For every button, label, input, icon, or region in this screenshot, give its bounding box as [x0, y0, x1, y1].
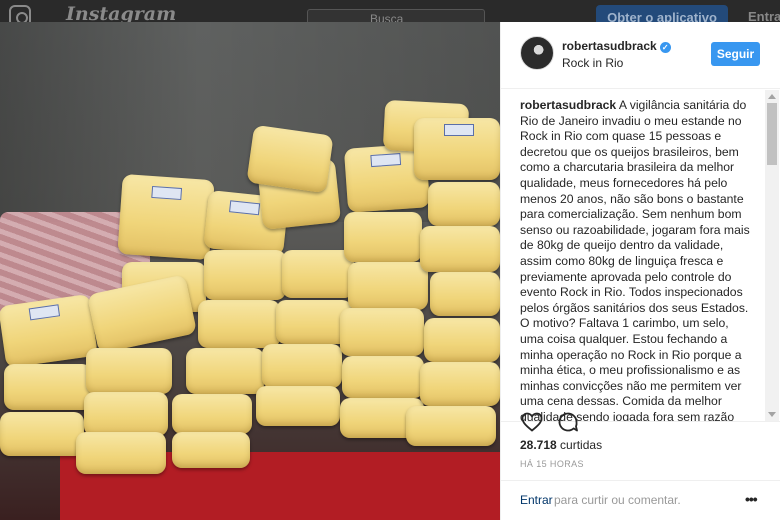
post-header: robertasudbrack ✓ Rock in Rio Seguir	[501, 22, 780, 89]
verified-badge-icon: ✓	[659, 42, 671, 53]
cheese-block	[342, 356, 424, 398]
more-options-icon[interactable]: •••	[745, 491, 758, 507]
cheese-block	[186, 348, 264, 394]
cheese-block	[86, 348, 172, 394]
scrollbar-thumb[interactable]	[767, 103, 777, 165]
post-location[interactable]: Rock in Rio	[562, 56, 623, 70]
post-actions	[520, 410, 760, 436]
cheese-block	[172, 432, 250, 468]
cheese-block	[282, 250, 354, 298]
cheese-block	[256, 386, 340, 426]
cheese-block	[0, 293, 98, 369]
cheese-block	[172, 394, 252, 434]
post-username[interactable]: robertasudbrack ✓	[562, 39, 671, 53]
caption-username[interactable]: robertasudbrack	[520, 98, 616, 112]
cheese-block	[117, 173, 215, 261]
cheese-block	[246, 124, 334, 194]
cheese-block	[84, 392, 168, 436]
heart-icon[interactable]	[520, 410, 544, 434]
caption-scrollbar[interactable]	[765, 90, 779, 421]
cheese-block	[204, 250, 286, 300]
instagram-wordmark[interactable]: Instagram	[66, 3, 176, 22]
cheese-block	[4, 364, 92, 410]
cheese-block	[420, 362, 500, 406]
background-header: Instagram Busca Obter o aplicativo Entra…	[0, 0, 780, 22]
cheese-block	[262, 344, 342, 388]
username-text[interactable]: robertasudbrack	[562, 39, 657, 53]
likes-label: curtidas	[560, 438, 603, 452]
post-caption: robertasudbrack A vigilância sanitária d…	[520, 98, 752, 422]
cheese-block	[340, 308, 424, 356]
cheese-block	[414, 118, 500, 180]
likes-count[interactable]: 28.718 curtidas	[520, 438, 602, 452]
avatar[interactable]	[520, 36, 554, 70]
login-link[interactable]: Entrar	[520, 493, 553, 507]
post-photo[interactable]	[0, 22, 500, 520]
caption-text: A vigilância sanitária do Rio de Janeiro…	[520, 98, 750, 422]
cheese-block	[420, 226, 500, 272]
search-box[interactable]: Busca	[307, 9, 485, 22]
search-placeholder: Busca	[370, 12, 404, 22]
likes-number[interactable]: 28.718	[520, 438, 557, 452]
cheese-block	[344, 212, 422, 262]
get-app-button[interactable]: Obter o aplicativo	[596, 5, 728, 22]
cheese-block	[430, 272, 500, 316]
post-timestamp[interactable]: HÁ 15 HORAS	[520, 459, 584, 469]
comment-icon[interactable]	[556, 410, 580, 434]
cheese-block	[424, 318, 500, 362]
scroll-up-arrow-icon[interactable]	[768, 94, 776, 99]
cheese-block	[0, 412, 84, 456]
cheese-block	[198, 300, 280, 348]
cheese-block	[76, 432, 166, 474]
cheese-block	[348, 262, 428, 310]
comment-prompt-row: Entrar para curtir ou comentar. •••	[501, 480, 780, 520]
cheese-block	[428, 182, 500, 226]
post-side-panel: robertasudbrack ✓ Rock in Rio Seguir robe…	[500, 22, 780, 520]
caption-scroll-area[interactable]: robertasudbrack A vigilância sanitária d…	[501, 90, 780, 422]
header-login-link[interactable]: Entrar	[748, 9, 780, 22]
cheese-block	[406, 406, 496, 446]
login-prompt-text: para curtir ou comentar.	[554, 493, 681, 507]
scroll-down-arrow-icon[interactable]	[768, 412, 776, 417]
instagram-logo-icon[interactable]	[9, 5, 31, 22]
follow-button[interactable]: Seguir	[711, 42, 760, 66]
